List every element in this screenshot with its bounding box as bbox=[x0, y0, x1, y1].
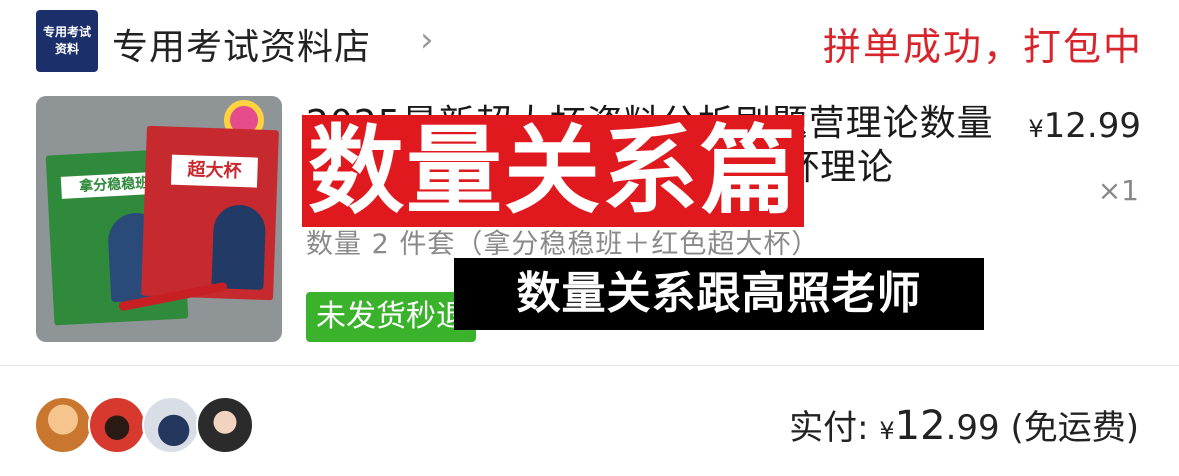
price-value: 12.99 bbox=[1043, 106, 1141, 146]
product-thumbnail[interactable]: 拿分稳稳班 超大杯 bbox=[36, 96, 282, 342]
shop-logo-line1: 专用考试 bbox=[42, 25, 91, 39]
shop-name-link[interactable]: 专用考试资料店 bbox=[112, 18, 371, 70]
divider bbox=[0, 365, 1179, 366]
avatar-3 bbox=[142, 396, 200, 454]
total-label: 实付: bbox=[789, 408, 880, 448]
book-red-title: 超大杯 bbox=[170, 154, 258, 188]
order-status: 拼单成功，打包中 bbox=[822, 25, 1143, 69]
chevron-right-icon[interactable]: › bbox=[420, 20, 434, 60]
video-headline-text: 数量关系篇 bbox=[302, 115, 804, 227]
shop-logo-line2: 资料 bbox=[54, 42, 79, 56]
avatar-1 bbox=[34, 396, 92, 454]
video-headline-overlay: 数量关系篇 bbox=[302, 115, 804, 227]
product-variant: 数量 2 件套（拿分稳稳班＋红色超大杯） bbox=[306, 229, 820, 260]
book-red-portrait bbox=[211, 204, 267, 290]
total-int: 12 bbox=[894, 403, 946, 449]
avatar-4 bbox=[196, 396, 254, 454]
total-currency: ¥ bbox=[879, 417, 895, 445]
book-red-cover: 超大杯 bbox=[141, 125, 279, 301]
total-paid: 实付: ¥12.99 (免运费) bbox=[789, 400, 1139, 449]
total-dec: .99 bbox=[945, 408, 1000, 448]
shop-logo[interactable]: 专用考试 资料 bbox=[36, 10, 98, 72]
shipping-note: (免运费) bbox=[999, 408, 1139, 448]
shop-header: 专用考试 资料 专用考试资料店 › 拼单成功，打包中 bbox=[0, 0, 1179, 84]
price-currency: ¥ bbox=[1028, 115, 1044, 143]
product-quantity: ×1 bbox=[1097, 174, 1139, 207]
video-caption-overlay: 数量关系跟高照老师 bbox=[454, 258, 984, 330]
avatar-2 bbox=[88, 396, 146, 454]
shipping-badge: 未发货秒退 bbox=[306, 292, 476, 342]
product-price: ¥12.99 bbox=[1028, 106, 1141, 146]
